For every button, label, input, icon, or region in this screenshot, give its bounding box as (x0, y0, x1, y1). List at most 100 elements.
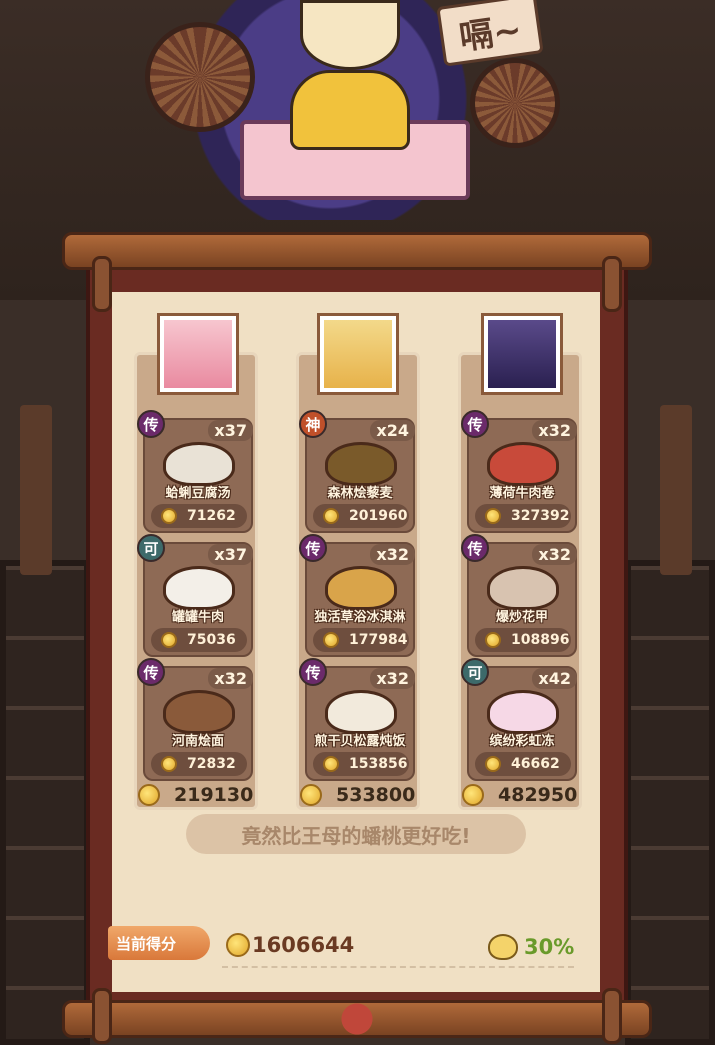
chick-icon (488, 934, 518, 960)
dish-name: 蛤蜊豆腐汤 (165, 486, 231, 501)
coin-icon (323, 508, 339, 524)
dish-name: 缤纷彩虹冻 (489, 734, 555, 749)
background-post-right (660, 405, 692, 575)
column-total: 219130 (138, 782, 253, 808)
dish-image (325, 442, 397, 486)
coin-icon (226, 933, 250, 957)
dish-price: 72832 (151, 752, 247, 776)
dish-price: 75036 (151, 628, 247, 652)
tier-badge: 传 (461, 534, 489, 562)
tier-badge: 传 (299, 658, 327, 686)
current-score: 1606644 (226, 930, 354, 960)
tier-badge: 可 (137, 534, 165, 562)
background-window-left (0, 560, 90, 1045)
coin-icon (138, 784, 160, 806)
dish-quantity: x32 (370, 544, 415, 565)
dish-name: 薄荷牛肉卷 (489, 486, 555, 501)
dish-quantity: x32 (532, 544, 577, 565)
column-total: 482950 (462, 782, 577, 808)
current-score-tag: 当前得分 (108, 926, 210, 960)
dish-card[interactable]: 传 x37 蛤蜊豆腐汤 71262 (137, 410, 253, 533)
dish-image (487, 566, 559, 610)
coin-icon (161, 508, 177, 524)
dish-price: 46662 (475, 752, 571, 776)
dish-price-value: 327392 (511, 508, 570, 524)
dish-image (163, 442, 235, 486)
dish-quantity: x37 (208, 420, 253, 441)
dish-name: 独活草浴冰淇淋 (314, 610, 406, 625)
character-body (290, 70, 410, 150)
portrait-customer-2[interactable] (317, 313, 399, 395)
dish-price: 177984 (313, 628, 409, 652)
tier-badge: 传 (299, 534, 327, 562)
dish-name: 河南烩面 (171, 734, 224, 749)
dish-price-value: 75036 (187, 632, 236, 648)
dish-card[interactable]: 传 x32 河南烩面 72832 (137, 658, 253, 781)
comment-banner: 竟然比王母的蟠桃更好吃! (186, 814, 526, 854)
coin-icon (300, 784, 322, 806)
column-total-value: 533800 (336, 784, 416, 806)
dish-price-value: 177984 (349, 632, 408, 648)
dish-card[interactable]: 可 x37 罐罐牛肉 75036 (137, 534, 253, 657)
current-score-label: 当前得分 (116, 934, 177, 953)
dish-image (325, 690, 397, 734)
tier-badge: 传 (137, 410, 165, 438)
portrait-customer-1[interactable] (157, 313, 239, 395)
bonus-percent-value: 30% (524, 935, 575, 959)
dish-card[interactable]: 传 x32 爆炒花甲 108896 (461, 534, 577, 657)
dish-quantity: x37 (208, 544, 253, 565)
scroll-cap-top-left (92, 256, 112, 312)
dish-quantity: x32 (532, 420, 577, 441)
dish-price: 201960 (313, 504, 409, 528)
dish-price: 108896 (475, 628, 571, 652)
comment-text: 竟然比王母的蟠桃更好吃! (241, 823, 471, 848)
dish-image (325, 566, 397, 610)
dish-card[interactable]: 可 x42 缤纷彩虹冻 46662 (461, 658, 577, 781)
dish-card[interactable]: 传 x32 独活草浴冰淇淋 177984 (299, 534, 415, 657)
column-total-value: 219130 (174, 784, 254, 806)
fan-left-icon (145, 22, 255, 132)
dish-price-value: 108896 (511, 632, 570, 648)
dish-quantity: x24 (370, 420, 415, 441)
dish-price-value: 201960 (349, 508, 408, 524)
dish-name: 煎干贝松露炖饭 (314, 734, 406, 749)
scroll-cap-top-right (602, 256, 622, 312)
scroll-cap-bottom-left (92, 988, 112, 1044)
character-head (300, 0, 400, 70)
dish-quantity: x32 (208, 668, 253, 689)
portrait-customer-3[interactable] (481, 313, 563, 395)
current-score-value: 1606644 (252, 933, 355, 957)
coin-icon (323, 756, 339, 772)
dish-name: 爆炒花甲 (495, 610, 548, 625)
dish-card[interactable]: 传 x32 薄荷牛肉卷 327392 (461, 410, 577, 533)
tier-badge: 传 (137, 658, 165, 686)
background-window-right (625, 560, 715, 1045)
dish-price-value: 72832 (187, 756, 236, 772)
bonus-percent: 30% (488, 932, 574, 962)
coin-icon (485, 508, 501, 524)
dish-price: 327392 (475, 504, 571, 528)
dish-price-value: 153856 (349, 756, 408, 772)
dish-image (487, 690, 559, 734)
character-npc[interactable] (280, 0, 420, 150)
dish-price-value: 71262 (187, 508, 236, 524)
dish-image (487, 442, 559, 486)
coin-icon (462, 784, 484, 806)
dish-card[interactable]: 传 x32 煎干贝松露炖饭 153856 (299, 658, 415, 781)
background-post-left (20, 405, 52, 575)
column-total-value: 482950 (498, 784, 578, 806)
coin-icon (161, 632, 177, 648)
chinese-knot-icon (328, 994, 386, 1044)
fan-right-icon (470, 58, 560, 148)
scroll-rod-top (62, 232, 652, 270)
divider (222, 966, 574, 968)
dish-quantity: x42 (532, 668, 577, 689)
dish-name: 森林烩藜麦 (327, 486, 393, 501)
dish-price: 71262 (151, 504, 247, 528)
tier-badge: 可 (461, 658, 489, 686)
speech-text: 嗝~ (456, 9, 525, 58)
scroll-cap-bottom-right (602, 988, 622, 1044)
dish-image (163, 566, 235, 610)
dish-card[interactable]: 神 x24 森林烩藜麦 201960 (299, 410, 415, 533)
coin-icon (161, 756, 177, 772)
